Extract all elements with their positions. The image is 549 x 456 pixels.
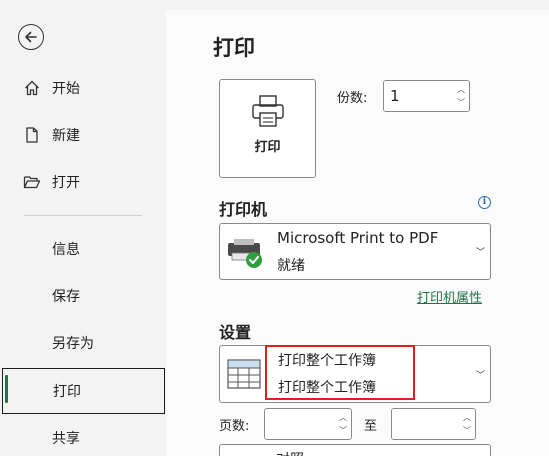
- printer-section-title: 打印机: [219, 200, 268, 219]
- new-document-icon: [22, 125, 42, 145]
- printer-properties-link[interactable]: 打印机属性: [417, 287, 482, 306]
- page-from-spinner[interactable]: ︿ ﹀: [339, 411, 347, 437]
- sidebar-item-info[interactable]: 信息: [0, 229, 166, 269]
- collation-select[interactable]: 对照: [219, 444, 491, 456]
- sidebar-item-label: 新建: [52, 128, 80, 144]
- pages-to-label: 至: [364, 419, 378, 434]
- sidebar-item-label: 开始: [52, 81, 80, 97]
- settings-section-title: 设置: [219, 323, 252, 342]
- copies-spinner[interactable]: ︿ ﹀: [457, 83, 465, 109]
- sidebar-item-label: 打印: [53, 384, 81, 400]
- printer-icon: [250, 94, 286, 132]
- sidebar-item-home[interactable]: 开始: [0, 68, 166, 108]
- back-button[interactable]: [18, 24, 44, 50]
- spin-up-icon[interactable]: ︿: [339, 411, 347, 424]
- printer-device-icon: [226, 237, 266, 273]
- sidebar-item-save-as[interactable]: 另存为: [0, 323, 166, 363]
- sidebar-item-open[interactable]: 打开: [0, 162, 166, 202]
- open-folder-icon: [22, 172, 42, 192]
- sidebar-item-save[interactable]: 保存: [0, 276, 166, 316]
- sidebar-item-label: 信息: [52, 242, 80, 258]
- spin-down-icon[interactable]: ﹀: [463, 424, 471, 437]
- print-panel: 打印 打印 份数: 1 ︿ ﹀ 打印机 i Microsoft Print to…: [166, 10, 549, 456]
- sidebar-item-new[interactable]: 新建: [0, 115, 166, 155]
- sidebar-item-label: 保存: [52, 289, 80, 305]
- spin-down-icon[interactable]: ﹀: [339, 424, 347, 437]
- sidebar-divider: [24, 215, 142, 216]
- pages-label: 页数:: [219, 419, 250, 434]
- spin-up-icon[interactable]: ︿: [463, 411, 471, 424]
- page-title: 打印: [213, 36, 255, 60]
- printer-name: Microsoft Print to PDF: [277, 229, 439, 247]
- sidebar-item-label: 打开: [52, 175, 80, 191]
- chevron-down-icon: ﹀: [475, 248, 485, 258]
- sidebar-item-print[interactable]: 打印: [2, 368, 165, 414]
- workbook-grid-icon: [226, 358, 262, 394]
- sidebar-item-label: 另存为: [52, 336, 94, 352]
- page-to-input[interactable]: ︿ ﹀: [391, 408, 476, 440]
- sidebar-item-share[interactable]: 共享: [0, 418, 166, 456]
- copies-input[interactable]: 1 ︿ ﹀: [383, 80, 470, 112]
- print-button-label: 打印: [254, 140, 281, 155]
- chevron-down-icon: ﹀: [475, 371, 485, 381]
- page-to-spinner[interactable]: ︿ ﹀: [463, 411, 471, 437]
- copies-label: 份数:: [337, 91, 368, 106]
- print-button[interactable]: 打印: [219, 79, 316, 178]
- printer-select[interactable]: Microsoft Print to PDF 就绪 ﹀: [219, 223, 491, 280]
- copies-value: 1: [390, 87, 400, 105]
- spin-up-icon[interactable]: ︿: [457, 83, 465, 96]
- sidebar-item-label: 共享: [52, 431, 80, 447]
- page-from-input[interactable]: ︿ ﹀: [264, 408, 352, 440]
- backstage-sidebar: 开始 新建 打开 信息 保存 另存为 打印 共享: [0, 0, 166, 456]
- home-icon: [22, 78, 42, 98]
- info-icon[interactable]: i: [478, 196, 491, 209]
- annotation-highlight-box: [265, 345, 415, 400]
- collation-label: 对照: [276, 449, 304, 456]
- back-arrow-icon: [25, 31, 37, 43]
- printer-status: 就绪: [277, 258, 305, 274]
- spin-down-icon[interactable]: ﹀: [457, 96, 465, 109]
